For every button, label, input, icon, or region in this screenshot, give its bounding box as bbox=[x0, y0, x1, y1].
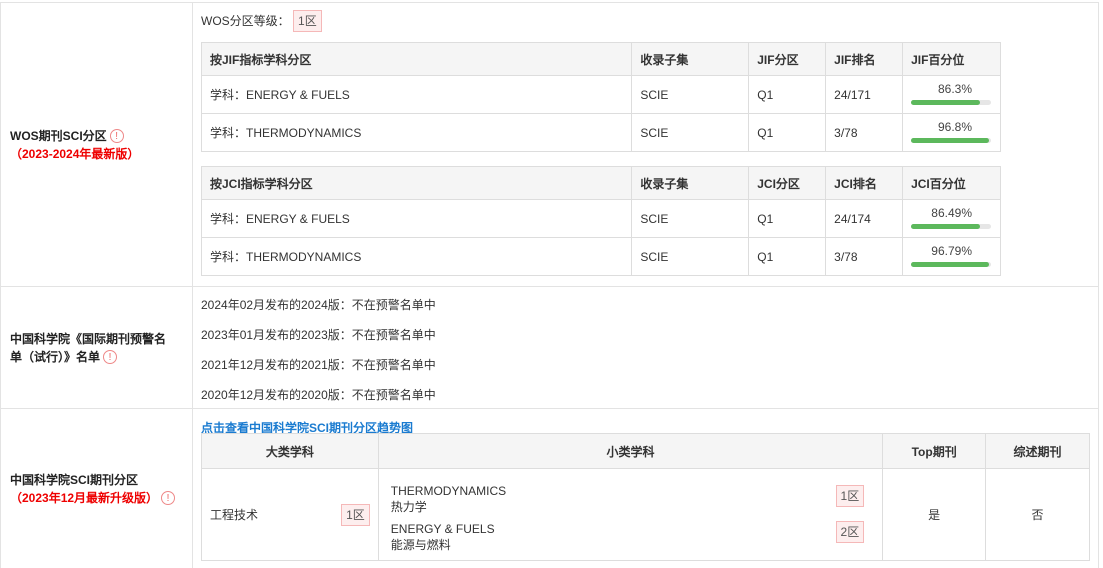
wos-section: WOS期刊SCI分区! （2023-2024年最新版） WOS分区等级： 1区 … bbox=[0, 2, 1099, 286]
cas-minor-en: THERMODYNAMICS bbox=[390, 483, 507, 498]
jci-header-row: 按JCI指标学科分区 收录子集 JCI分区 JCI排名 JCI百分位 bbox=[200, 166, 1001, 200]
jif-header-pct: JIF百分位 bbox=[902, 42, 1001, 76]
cas-major: 工程技术 bbox=[210, 508, 259, 522]
jci-zone: Q1 bbox=[748, 237, 827, 276]
jci-pct-value: 96.79% bbox=[931, 243, 972, 258]
progress-bar-fill bbox=[911, 223, 981, 229]
jif-subset: SCIE bbox=[631, 75, 750, 114]
progress-bar-fill bbox=[911, 99, 981, 105]
cas-minor-badge: 1区 bbox=[835, 484, 865, 507]
cas-minor-cn: 热力学 bbox=[390, 499, 427, 514]
warning-item: 2024年02月发布的2024版：不在预警名单中 bbox=[201, 298, 436, 312]
progress-bar-fill bbox=[911, 261, 989, 267]
cas-minor-cell: THERMODYNAMICS 热力学 1区 ENERGY & FUELS 能源与… bbox=[377, 468, 884, 561]
info-circle-icon[interactable]: ! bbox=[103, 350, 118, 365]
jif-header-subject: 按JIF指标学科分区 bbox=[200, 42, 633, 76]
cas-header-minor: 小类学科 bbox=[377, 433, 884, 469]
jif-header-subset: 收录子集 bbox=[631, 42, 750, 76]
cas-minor-badge: 2区 bbox=[835, 520, 865, 543]
cas-label: 中国科学院SCI期刊分区 bbox=[10, 472, 139, 487]
cas-header-major: 大类学科 bbox=[201, 433, 379, 469]
wos-level-badge: 1区 bbox=[293, 10, 322, 32]
jci-subset: SCIE bbox=[631, 199, 750, 238]
warning-item: 2023年01月发布的2023版：不在预警名单中 bbox=[201, 328, 436, 342]
jif-rank: 3/78 bbox=[825, 113, 904, 152]
cas-top: 是 bbox=[882, 468, 987, 561]
jif-pct-cell: 96.8% bbox=[902, 113, 1001, 152]
cas-minor-en: ENERGY & FUELS bbox=[390, 521, 495, 536]
warning-label-cell: 中国科学院《国际期刊预警名单（试行）》名单! bbox=[1, 287, 193, 408]
info-circle-icon[interactable]: ! bbox=[161, 491, 176, 506]
warning-section: 中国科学院《国际期刊预警名单（试行）》名单! 2024年02月发布的2024版：… bbox=[0, 286, 1099, 408]
jif-header-zone: JIF分区 bbox=[748, 42, 827, 76]
jci-pct-cell: 96.79% bbox=[902, 237, 1001, 276]
jif-zone: Q1 bbox=[748, 75, 827, 114]
table-row: 学科：THERMODYNAMICS SCIE Q1 3/78 96.79% bbox=[200, 237, 1001, 276]
jci-rank: 3/78 bbox=[825, 237, 904, 276]
jif-subject: 学科：THERMODYNAMICS bbox=[200, 113, 633, 152]
jci-zone: Q1 bbox=[748, 199, 827, 238]
jif-pct-cell: 86.3% bbox=[902, 75, 1001, 114]
jif-table: 按JIF指标学科分区 收录子集 JIF分区 JIF排名 JIF百分位 学科：EN… bbox=[200, 42, 1001, 152]
jci-subject: 学科：ENERGY & FUELS bbox=[200, 199, 633, 238]
cas-header-top: Top期刊 bbox=[882, 433, 987, 469]
wos-label: WOS期刊SCI分区 bbox=[10, 128, 107, 143]
jif-pct-value: 96.8% bbox=[937, 119, 972, 134]
wos-label-cell: WOS期刊SCI分区! （2023-2024年最新版） bbox=[1, 3, 193, 286]
jci-pct-value: 86.49% bbox=[931, 205, 972, 220]
cas-major-cell: 工程技术 1区 bbox=[201, 468, 379, 561]
progress-bar-fill bbox=[911, 137, 989, 143]
cas-header-review: 综述期刊 bbox=[985, 433, 1090, 469]
jci-subject: 学科：THERMODYNAMICS bbox=[200, 237, 633, 276]
jci-header-rank: JCI排名 bbox=[825, 166, 904, 200]
jif-rank: 24/171 bbox=[825, 75, 904, 114]
cas-major-badge: 1区 bbox=[341, 504, 370, 526]
table-row: 学科：ENERGY & FUELS SCIE Q1 24/174 86.49% bbox=[200, 199, 1001, 238]
cas-label-year: （2023年12月最新升级版） bbox=[10, 490, 159, 505]
wos-level-label: WOS分区等级： bbox=[201, 14, 290, 28]
jci-header-pct: JCI百分位 bbox=[902, 166, 1001, 200]
table-row: 工程技术 1区 THERMODYNAMICS 热力学 1区 ENERGY & F… bbox=[201, 468, 1090, 561]
table-row: 学科：ENERGY & FUELS SCIE Q1 24/171 86.3% bbox=[200, 75, 1001, 114]
progress-bar bbox=[911, 223, 992, 229]
warning-label: 中国科学院《国际期刊预警名单（试行）》名单 bbox=[10, 331, 167, 364]
cas-review: 否 bbox=[985, 468, 1090, 561]
table-row: 学科：THERMODYNAMICS SCIE Q1 3/78 96.8% bbox=[200, 113, 1001, 152]
cas-table: 大类学科 小类学科 Top期刊 综述期刊 工程技术 1区 THERMODYNAM… bbox=[201, 433, 1090, 561]
wos-label-year: （2023-2024年最新版） bbox=[10, 146, 140, 161]
jci-header-subset: 收录子集 bbox=[631, 166, 750, 200]
warning-item: 2021年12月发布的2021版：不在预警名单中 bbox=[201, 358, 436, 372]
cas-header-row: 大类学科 小类学科 Top期刊 综述期刊 bbox=[201, 433, 1090, 469]
jci-header-zone: JCI分区 bbox=[748, 166, 827, 200]
jif-header-row: 按JIF指标学科分区 收录子集 JIF分区 JIF排名 JIF百分位 bbox=[200, 42, 1001, 76]
progress-bar bbox=[911, 261, 992, 267]
info-circle-icon[interactable]: ! bbox=[109, 129, 124, 144]
jif-pct-value: 86.3% bbox=[937, 81, 972, 96]
wos-level: WOS分区等级： 1区 bbox=[201, 10, 322, 32]
jif-zone: Q1 bbox=[748, 113, 827, 152]
jci-pct-cell: 86.49% bbox=[902, 199, 1001, 238]
warning-item: 2020年12月发布的2020版：不在预警名单中 bbox=[201, 388, 436, 402]
jif-subset: SCIE bbox=[631, 113, 750, 152]
cas-label-cell: 中国科学院SCI期刊分区 （2023年12月最新升级版）! bbox=[1, 409, 193, 568]
jif-header-rank: JIF排名 bbox=[825, 42, 904, 76]
jci-table: 按JCI指标学科分区 收录子集 JCI分区 JCI排名 JCI百分位 学科：EN… bbox=[200, 166, 1001, 276]
jci-rank: 24/174 bbox=[825, 199, 904, 238]
jci-subset: SCIE bbox=[631, 237, 750, 276]
progress-bar bbox=[911, 137, 992, 143]
cas-minor-cn: 能源与燃料 bbox=[390, 537, 451, 552]
progress-bar bbox=[911, 99, 992, 105]
jif-subject: 学科：ENERGY & FUELS bbox=[200, 75, 633, 114]
jci-header-subject: 按JCI指标学科分区 bbox=[200, 166, 633, 200]
